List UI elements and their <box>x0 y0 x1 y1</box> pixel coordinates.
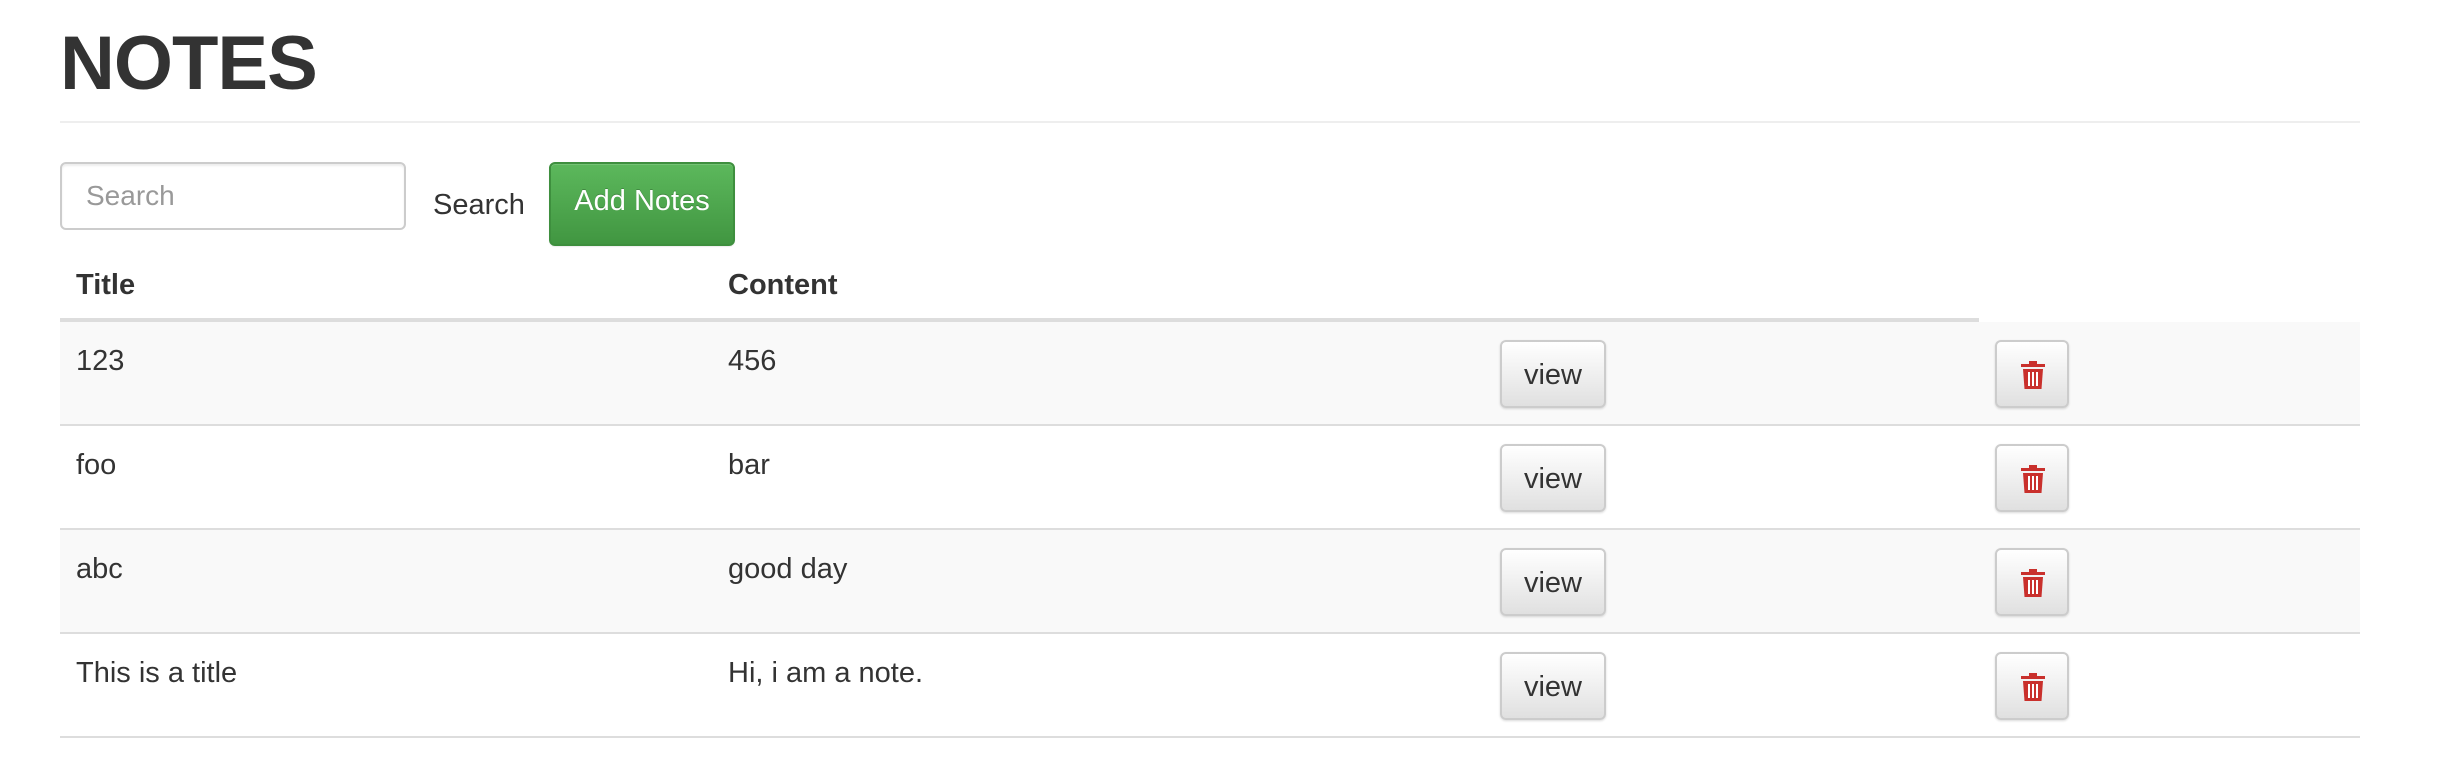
column-header-content: Content <box>728 269 838 301</box>
search-input[interactable] <box>60 162 406 230</box>
note-content: good day <box>728 553 848 585</box>
toolbar: Search Add Notes <box>60 162 1260 246</box>
note-title: foo <box>76 449 117 481</box>
trash-icon <box>2021 465 2045 493</box>
trash-icon <box>2021 361 2045 389</box>
add-notes-button[interactable]: Add Notes <box>549 162 735 246</box>
view-button[interactable]: view <box>1500 548 1606 616</box>
table-row: 123 456 view <box>60 322 2360 426</box>
delete-button[interactable] <box>1995 444 2069 512</box>
table-header-row: Title Content <box>60 256 1979 322</box>
note-title: 123 <box>76 345 125 377</box>
view-button[interactable]: view <box>1500 340 1606 408</box>
delete-button[interactable] <box>1995 652 2069 720</box>
column-header-title: Title <box>76 269 136 301</box>
notes-page: NOTES Search Add Notes Title Content 123… <box>0 0 2452 784</box>
note-title: This is a title <box>76 657 238 689</box>
page-title: NOTES <box>60 21 318 106</box>
table-row: foo bar view <box>60 426 2360 530</box>
note-content: Hi, i am a note. <box>728 657 924 689</box>
page-header: NOTES <box>60 0 2360 123</box>
view-button[interactable]: view <box>1500 444 1606 512</box>
view-button[interactable]: view <box>1500 652 1606 720</box>
note-title: abc <box>76 553 123 585</box>
table-row: abc good day view <box>60 530 2360 634</box>
notes-table: Title Content 123 456 view foo bar view … <box>60 256 2360 738</box>
delete-button[interactable] <box>1995 340 2069 408</box>
note-content: bar <box>728 449 770 481</box>
delete-button[interactable] <box>1995 548 2069 616</box>
table-row: This is a title Hi, i am a note. view <box>60 634 2360 738</box>
trash-icon <box>2021 569 2045 597</box>
note-content: 456 <box>728 345 777 377</box>
trash-icon <box>2021 673 2045 701</box>
search-label: Search <box>433 189 525 221</box>
